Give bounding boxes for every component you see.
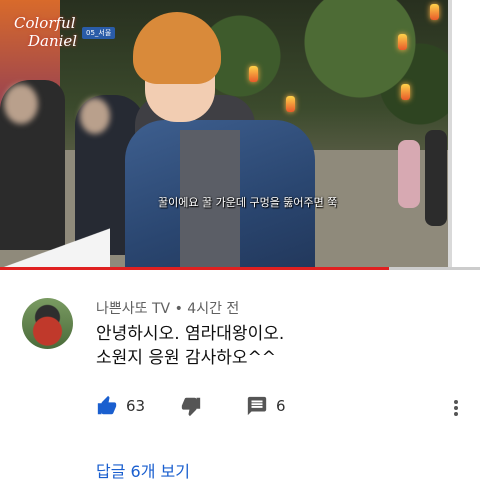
background-person bbox=[398, 140, 420, 208]
video-main-person bbox=[125, 10, 315, 268]
view-replies-link[interactable]: 답글 6개 보기 bbox=[96, 458, 190, 482]
episode-badge: 05_서울 bbox=[82, 27, 116, 39]
video-progress-fill bbox=[0, 267, 389, 270]
blurred-face bbox=[4, 84, 38, 124]
blurred-face bbox=[80, 98, 110, 134]
menu-dot bbox=[454, 412, 458, 416]
menu-dot bbox=[454, 400, 458, 404]
hair bbox=[133, 12, 221, 84]
video-subtitle: 꿀이에요 꿀 가운데 구멍을 뚫어주면 쭉 bbox=[158, 196, 338, 209]
thumbs-down-icon bbox=[180, 395, 202, 417]
reply-count: 6 bbox=[276, 397, 286, 415]
channel-logo: Colorful Daniel bbox=[14, 14, 77, 50]
comment-text-line: 소원지 응원 감사하오^^ bbox=[96, 348, 277, 368]
like-count: 63 bbox=[126, 397, 146, 415]
video-player[interactable]: Colorful Daniel 05_서울 꿀이에요 꿀 가운데 구멍을 뚫어주… bbox=[0, 0, 480, 268]
comment-text-line: 안녕하시오. 염라대왕이오. bbox=[96, 324, 285, 344]
meta-separator: • bbox=[174, 301, 183, 317]
lantern-decoration bbox=[401, 84, 410, 100]
comment-meta: 나쁜사또 TV • 4시간 전 bbox=[96, 298, 239, 318]
background-person bbox=[425, 130, 447, 226]
comment-author[interactable]: 나쁜사또 TV bbox=[96, 301, 170, 317]
avatar[interactable] bbox=[22, 298, 73, 349]
reply-button[interactable]: 6 bbox=[246, 395, 286, 417]
menu-dot bbox=[454, 406, 458, 410]
comment-icon bbox=[246, 395, 268, 417]
comment-time: 4시간 전 bbox=[187, 301, 240, 317]
comment-text: 안녕하시오. 염라대왕이오. 소원지 응원 감사하오^^ bbox=[96, 322, 284, 370]
lantern-decoration bbox=[430, 4, 439, 20]
video-progress-bar[interactable] bbox=[0, 267, 480, 270]
like-button[interactable]: 63 bbox=[96, 395, 145, 417]
channel-logo-line1: Colorful bbox=[14, 14, 76, 32]
lantern-decoration bbox=[398, 34, 407, 50]
channel-logo-line2: Daniel bbox=[28, 32, 78, 50]
more-vertical-icon[interactable] bbox=[449, 398, 463, 418]
video-overlay-corner bbox=[0, 228, 110, 268]
video-side-gap bbox=[452, 0, 480, 268]
dislike-button[interactable] bbox=[180, 395, 202, 417]
thumbs-up-icon bbox=[96, 395, 118, 417]
